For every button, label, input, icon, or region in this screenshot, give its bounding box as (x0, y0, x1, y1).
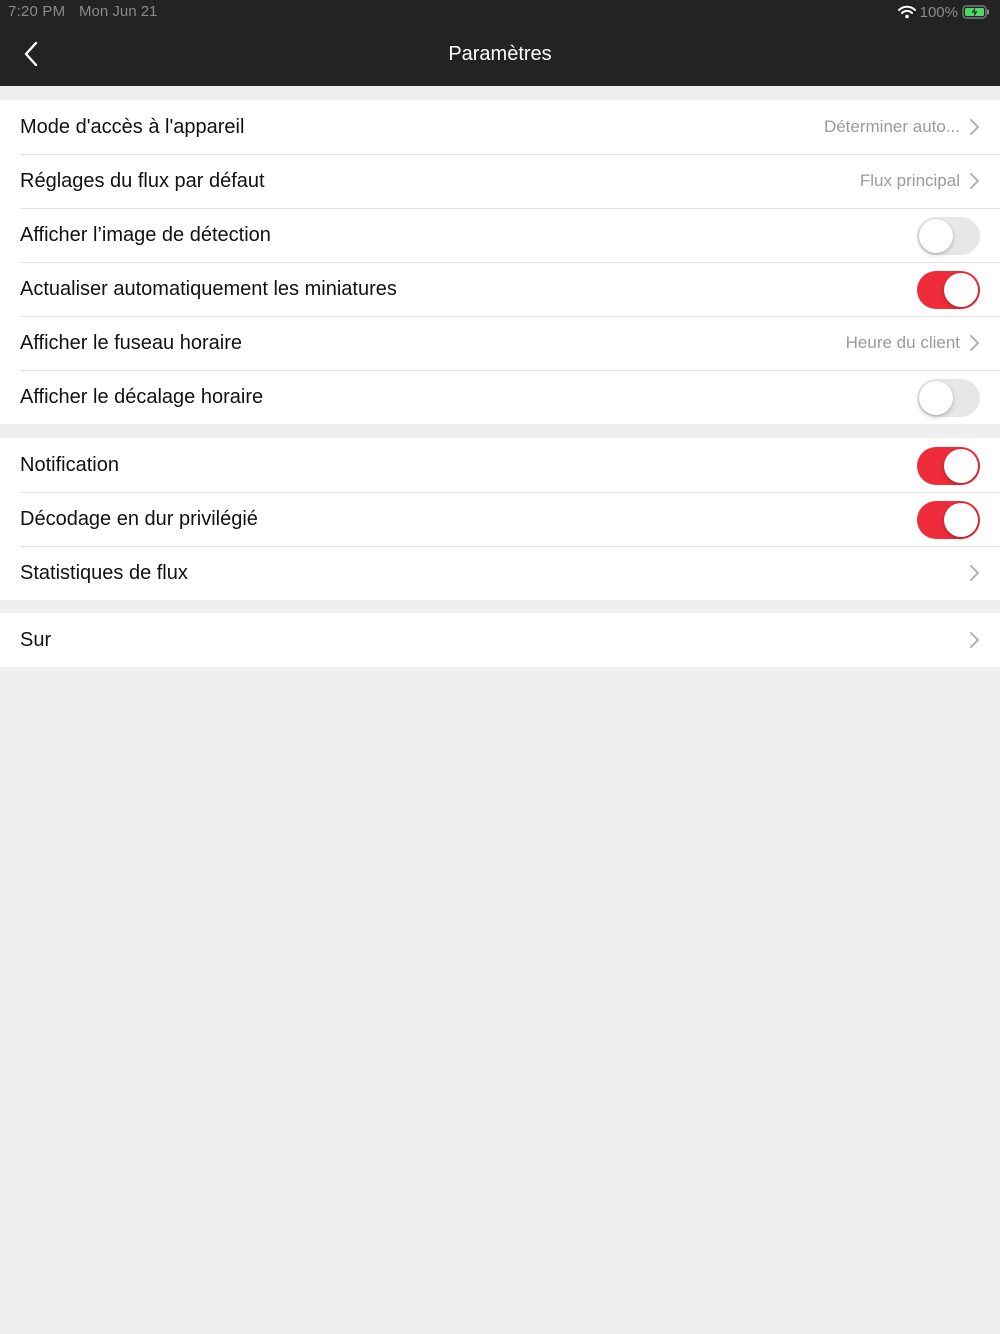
settings-row-reglages-du-flux-par-defaut[interactable]: Réglages du flux par défaut Flux principa… (0, 154, 1000, 208)
toggle-switch[interactable] (917, 379, 980, 417)
chevron-right-icon (968, 334, 980, 352)
status-indicators: 100% (897, 3, 990, 21)
status-date: Mon Jun 21 (79, 3, 158, 20)
toggle-switch[interactable] (917, 447, 980, 485)
toggle-switch[interactable] (917, 271, 980, 309)
chevron-right-icon (968, 631, 980, 649)
chevron-right-icon (968, 172, 980, 190)
settings-row-actualiser-automatiquement-les-miniatures[interactable]: Actualiser automatiquement les miniature… (0, 262, 1000, 316)
navigation-bar: 7:20 PM Mon Jun 21 100% Paramètres (0, 0, 1000, 86)
chevron-right-icon (968, 564, 980, 582)
toggle-knob (919, 219, 953, 253)
toggle-knob (944, 503, 978, 537)
settings-row-value: Déterminer auto... (823, 117, 960, 136)
settings-row-afficher-l-image-de-detection[interactable]: Afficher l’image de détection (0, 208, 1000, 262)
settings-row-label: Décodage en dur privilégié (20, 508, 258, 530)
settings-group-display: Mode d'accès à l'appareil Déterminer auto… (0, 100, 1000, 424)
settings-row-afficher-le-decalage-horaire[interactable]: Afficher le décalage horaire (0, 370, 1000, 424)
toggle-switch[interactable] (917, 501, 980, 539)
settings-group-about: Sur (0, 613, 1000, 667)
battery-charging-icon (962, 5, 990, 19)
battery-percentage: 100% (919, 3, 958, 21)
settings-row-label: Actualiser automatiquement les miniature… (20, 278, 397, 300)
settings-row-decodage-en-dur-privilegie[interactable]: Décodage en dur privilégié (0, 492, 1000, 546)
settings-row-label: Afficher le fuseau horaire (20, 332, 242, 354)
settings-row-mode-d-acces-a-l-appareil[interactable]: Mode d'accès à l'appareil Déterminer auto… (0, 100, 1000, 154)
wifi-icon (897, 5, 916, 19)
settings-row-label: Afficher le décalage horaire (20, 386, 264, 408)
settings-row-label: Statistiques de flux (20, 562, 188, 584)
toggle-knob (919, 381, 953, 415)
settings-row-label: Afficher l’image de détection (20, 224, 271, 246)
settings-row-value: Heure du client (845, 333, 960, 352)
settings-row-value: Flux principal (859, 171, 960, 190)
settings-row-label: Sur (20, 629, 52, 651)
settings-row-label: Notification (20, 454, 119, 476)
settings-row-sur[interactable]: Sur (0, 613, 1000, 667)
toggle-knob (944, 273, 978, 307)
settings-row-label: Réglages du flux par défaut (20, 170, 265, 192)
status-time: 7:20 PM (8, 3, 66, 20)
settings-row-statistiques-de-flux[interactable]: Statistiques de flux (0, 546, 1000, 600)
toggle-switch[interactable] (917, 217, 980, 255)
settings-row-notification[interactable]: Notification (0, 438, 1000, 492)
toggle-knob (944, 449, 978, 483)
page-title: Paramètres (448, 43, 552, 65)
settings-group-system: Notification Décodage en dur privilégié St… (0, 438, 1000, 600)
settings-row-label: Mode d'accès à l'appareil (20, 116, 245, 138)
settings-row-afficher-le-fuseau-horaire[interactable]: Afficher le fuseau horaire Heure du clien… (0, 316, 1000, 370)
chevron-right-icon (968, 118, 980, 136)
